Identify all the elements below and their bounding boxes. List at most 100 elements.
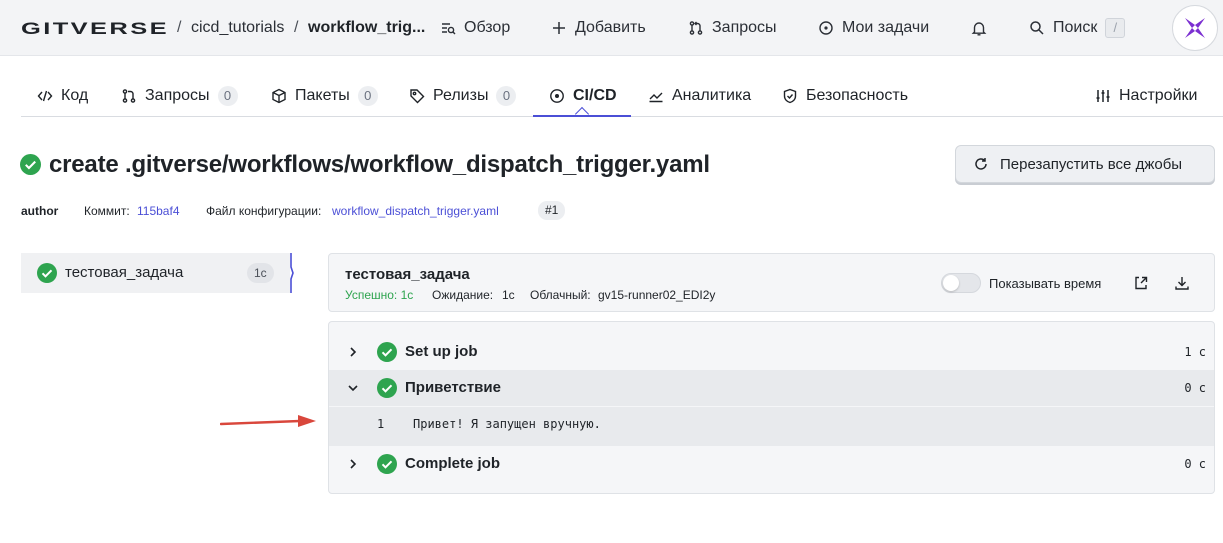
commit-label: Коммит: — [84, 204, 130, 218]
run-author[interactable]: author — [21, 203, 58, 219]
tab-code-label: Код — [61, 87, 89, 104]
step-row[interactable]: Приветствие 0 с — [329, 370, 1214, 406]
tab-analytics[interactable]: Аналитика — [648, 86, 751, 106]
tab-code[interactable]: Код — [37, 86, 88, 106]
step-log: 1 Привет! Я запущен вручную. — [329, 407, 1214, 446]
job-name: тестовая_задача — [65, 264, 184, 281]
job-runner-value: gv15-runner02_EDI2y — [598, 288, 716, 302]
repo-tabs: Код Запросы 0 Пакеты 0 Релизы 0 CI/CD Ан… — [21, 76, 1223, 122]
search-button[interactable]: Поиск / — [1029, 18, 1126, 38]
nav-add[interactable]: Добавить — [551, 18, 646, 38]
pull-request-icon — [122, 89, 136, 103]
chevron-right-icon[interactable] — [347, 458, 359, 470]
breadcrumb-repo[interactable]: workflow_trig... — [308, 18, 425, 38]
nav-overview[interactable]: Обзор — [440, 18, 510, 38]
rerun-all-jobs-label: Перезапустить все джобы — [1000, 155, 1183, 173]
tab-security-label: Безопасность — [806, 87, 909, 104]
breadcrumb-owner[interactable]: cicd_tutorials — [191, 18, 284, 38]
job-wait-value: 1с — [502, 288, 515, 302]
show-time-label: Показывать время — [989, 276, 1102, 291]
log-line-text: Привет! Я запущен вручную. — [413, 417, 601, 431]
package-icon — [272, 88, 286, 104]
top-bar: GITVERSE / cicd_tutorials / workflow_tri… — [0, 0, 1223, 56]
gitverse-logo[interactable]: GITVERSE — [21, 21, 169, 35]
selected-job-marker — [290, 253, 294, 293]
step-name: Complete job — [405, 455, 501, 472]
job-runner-label: Облачный: — [530, 288, 591, 302]
step-row[interactable]: Set up job 1 с — [329, 334, 1214, 370]
tab-settings-label: Настройки — [1119, 87, 1198, 104]
chart-icon — [649, 92, 663, 103]
run-number-badge: #1 — [538, 201, 566, 220]
count-badge: 0 — [217, 86, 238, 106]
success-check-icon — [377, 454, 397, 474]
success-check-icon — [20, 154, 41, 175]
refresh-icon — [975, 158, 987, 170]
active-tab-notch — [574, 106, 590, 122]
commit-link[interactable]: 115baf4 — [137, 204, 180, 218]
ci-icon — [550, 89, 564, 103]
count-badge: 0 — [496, 86, 517, 106]
job-wait-label: Ожидание: — [432, 288, 494, 302]
config-label: Файл конфигурации: — [206, 204, 322, 218]
tab-packages-label: Пакеты — [295, 87, 350, 104]
nav-my-tasks-label: Мои задачи — [842, 19, 930, 36]
step-row[interactable]: Complete job 0 с — [329, 446, 1214, 482]
job-steps-panel: Set up job 1 с Приветствие 0 с 1 Привет!… — [328, 321, 1215, 494]
job-list-item[interactable]: тестовая_задача 1с — [21, 253, 290, 293]
log-line-number[interactable]: 1 — [377, 417, 384, 431]
tab-ci-cd-label: CI/CD — [573, 87, 617, 104]
nav-my-tasks[interactable]: Мои задачи — [818, 18, 929, 38]
tab-releases-label: Релизы — [433, 87, 489, 104]
config-file-link[interactable]: workflow_dispatch_trigger.yaml — [332, 204, 499, 218]
nav-pull-requests[interactable]: Запросы — [688, 18, 777, 38]
chevron-right-icon[interactable] — [347, 346, 359, 358]
pull-request-icon — [689, 21, 703, 35]
circle-dot-icon — [819, 21, 833, 35]
tab-pull-requests-label: Запросы — [145, 87, 210, 104]
overview-icon — [442, 23, 456, 35]
settings-sliders-icon — [1096, 90, 1110, 102]
download-icon[interactable] — [1174, 275, 1190, 291]
step-name: Set up job — [405, 343, 478, 360]
job-header: тестовая_задача Успешно: 1с Ожидание: 1с… — [328, 253, 1215, 312]
tab-releases[interactable]: Релизы 0 — [409, 86, 517, 106]
step-duration: 0 с — [1184, 381, 1206, 395]
breadcrumb-separator: / — [177, 19, 182, 36]
page-title: create .gitverse/workflows/workflow_disp… — [49, 151, 710, 178]
tab-pull-requests[interactable]: Запросы 0 — [121, 86, 238, 106]
count-badge: 0 — [357, 86, 378, 106]
bell-icon[interactable] — [970, 19, 988, 37]
avatar-logo-icon — [1185, 18, 1205, 38]
avatar[interactable] — [1172, 5, 1218, 51]
show-time-toggle[interactable] — [941, 273, 981, 293]
nav-add-label: Добавить — [575, 19, 646, 36]
chevron-down-icon[interactable] — [347, 382, 359, 394]
success-check-icon — [377, 342, 397, 362]
plus-icon — [553, 22, 565, 34]
tab-packages[interactable]: Пакеты 0 — [271, 86, 378, 106]
job-title: тестовая_задача — [345, 266, 470, 283]
tab-ci-cd[interactable]: CI/CD — [549, 86, 617, 106]
nav-pull-requests-label: Запросы — [712, 19, 777, 36]
search-shortcut-key: / — [1105, 18, 1126, 38]
annotation-arrow-icon — [220, 415, 316, 427]
tab-security[interactable]: Безопасность — [782, 86, 908, 106]
search-icon — [1030, 21, 1044, 35]
step-duration: 0 с — [1184, 457, 1206, 471]
toggle-knob — [943, 275, 959, 291]
shield-icon — [783, 88, 797, 104]
job-success-time: Успешно: 1с — [345, 288, 414, 302]
open-raw-log-icon[interactable] — [1133, 275, 1149, 291]
tab-analytics-label: Аналитика — [672, 87, 752, 104]
step-name: Приветствие — [405, 379, 501, 396]
rerun-all-jobs-button[interactable]: Перезапустить все джобы — [955, 145, 1215, 183]
job-duration-badge: 1с — [247, 263, 274, 283]
tab-settings[interactable]: Настройки — [1095, 86, 1197, 106]
breadcrumb-separator: / — [294, 19, 299, 36]
step-duration: 1 с — [1184, 345, 1206, 359]
search-label: Поиск — [1053, 19, 1098, 36]
success-check-icon — [377, 378, 397, 398]
tag-icon — [410, 89, 425, 104]
svg-text:GITVERSE: GITVERSE — [21, 21, 169, 35]
